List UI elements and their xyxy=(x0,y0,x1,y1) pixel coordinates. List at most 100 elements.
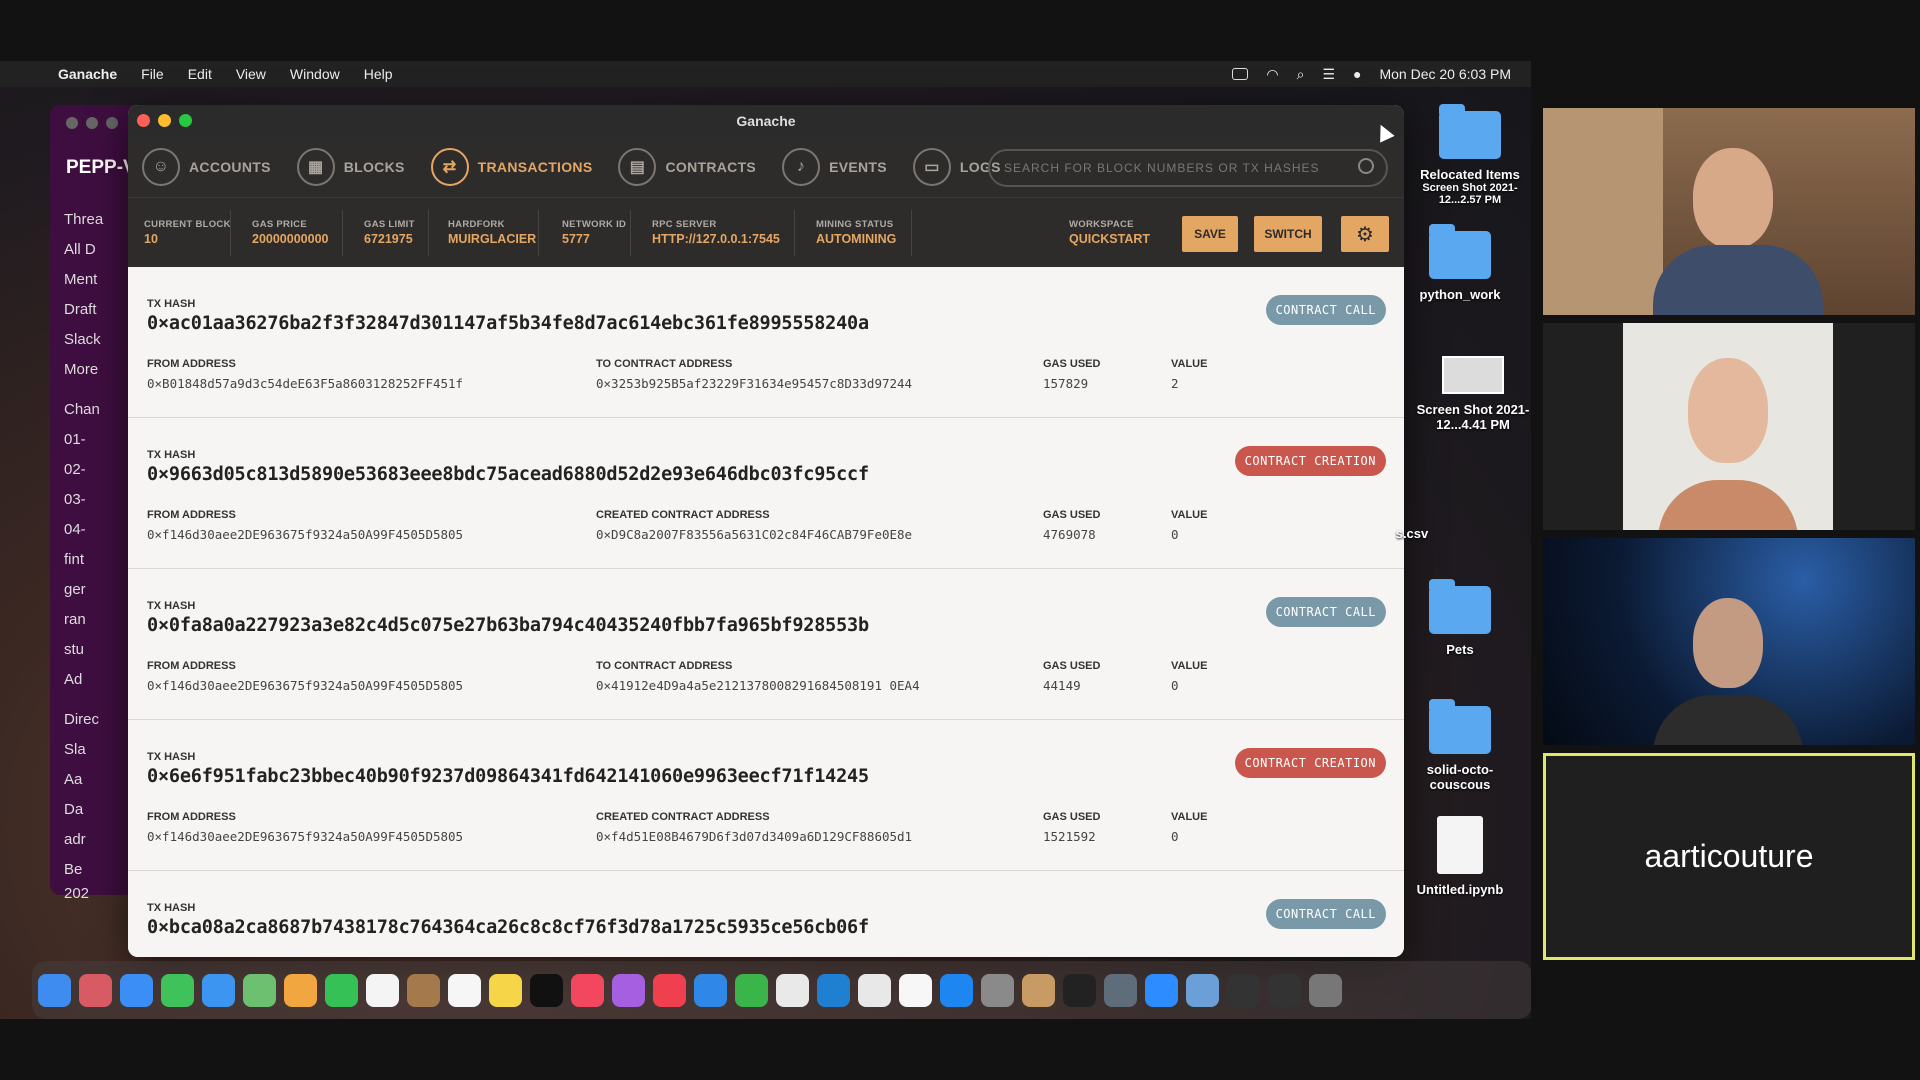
desktop-item[interactable]: Screen Shot 2021-12...4.41 PM xyxy=(1413,356,1531,432)
control-center-icon[interactable]: ☰ xyxy=(1322,66,1335,83)
tab-events[interactable]: ♪ EVENTS xyxy=(782,148,887,186)
textedit-icon[interactable] xyxy=(899,973,932,1007)
transaction-row[interactable]: TX HASH 0×ac01aa36276ba2f3f32847d301147a… xyxy=(128,267,1404,418)
to-address-label: TO CONTRACT ADDRESS xyxy=(596,660,733,672)
slack-item[interactable]: 04- xyxy=(64,521,86,538)
calendar-icon[interactable] xyxy=(366,973,399,1007)
transaction-row[interactable]: TX HASH 0×bca08a2ca8687b7438178c764364ca… xyxy=(128,871,1404,957)
photos-icon[interactable] xyxy=(284,973,317,1007)
trash-icon[interactable] xyxy=(1309,973,1342,1007)
zoom-icon[interactable] xyxy=(1145,973,1178,1007)
window-titlebar[interactable]: Ganache xyxy=(128,105,1404,137)
slack-item[interactable]: Threa xyxy=(64,211,103,228)
menu-help[interactable]: Help xyxy=(364,66,393,82)
slack-item[interactable]: 01- xyxy=(64,431,86,448)
slack-item[interactable]: Aa xyxy=(64,771,82,788)
music-icon[interactable] xyxy=(571,973,604,1007)
minimized-window-icon[interactable] xyxy=(1268,973,1301,1007)
transaction-row[interactable]: TX HASH 0×9663d05c813d5890e53683eee8bdc7… xyxy=(128,418,1404,569)
notes-icon[interactable] xyxy=(489,973,522,1007)
switch-button[interactable]: SWITCH xyxy=(1254,216,1322,252)
menu-window[interactable]: Window xyxy=(290,66,340,82)
tab-transactions[interactable]: ⇄ TRANSACTIONS xyxy=(430,148,593,186)
battery-icon[interactable] xyxy=(1232,68,1249,80)
maps-icon[interactable] xyxy=(243,973,276,1007)
mail-icon[interactable] xyxy=(202,973,235,1007)
slack-item[interactable]: 02- xyxy=(64,461,86,478)
news-icon[interactable] xyxy=(653,973,686,1007)
to-address-label: TO CONTRACT ADDRESS xyxy=(596,358,733,370)
slack-item[interactable]: Ad xyxy=(64,671,82,688)
search-input[interactable]: SEARCH FOR BLOCK NUMBERS OR TX HASHES xyxy=(988,149,1388,187)
participant-video-tile[interactable] xyxy=(1543,323,1915,530)
slack-item[interactable]: Da xyxy=(64,801,83,818)
desktop-item[interactable]: Untitled.ipynb xyxy=(1400,816,1520,897)
tx-hash-label: TX HASH xyxy=(147,902,196,914)
search-icon[interactable] xyxy=(1358,158,1374,174)
ganache-icon[interactable] xyxy=(1022,973,1055,1007)
terminal-icon[interactable] xyxy=(1063,973,1096,1007)
slack-item[interactable]: Slack xyxy=(64,331,101,348)
menubar-clock[interactable]: Mon Dec 20 6:03 PM xyxy=(1379,66,1511,82)
participant-name-tile[interactable]: aarticouture xyxy=(1543,753,1915,960)
keynote-icon[interactable] xyxy=(694,973,727,1007)
slack-item[interactable]: 03- xyxy=(64,491,86,508)
minimized-window-icon[interactable] xyxy=(1227,973,1260,1007)
slack-item[interactable]: Chan xyxy=(64,401,100,418)
tab-contracts[interactable]: ▤ CONTRACTS xyxy=(618,148,756,186)
apple-tv-icon[interactable] xyxy=(530,973,563,1007)
facetime-icon[interactable] xyxy=(325,973,358,1007)
participant-avatar xyxy=(1653,695,1803,745)
participant-video-tile[interactable] xyxy=(1543,538,1915,745)
safari-icon[interactable] xyxy=(120,973,153,1007)
participant-video-tile[interactable] xyxy=(1543,108,1915,315)
desktop-item[interactable]: s.csv xyxy=(1372,526,1452,541)
slack-item[interactable]: Draft xyxy=(64,301,97,318)
tab-accounts[interactable]: ☺ ACCOUNTS xyxy=(142,148,271,186)
chrome-icon[interactable] xyxy=(776,973,809,1007)
desktop-item[interactable]: Pets xyxy=(1400,579,1520,657)
slack-item[interactable]: Sla xyxy=(64,741,86,758)
quicktime-icon[interactable] xyxy=(1104,973,1137,1007)
desktop-item[interactable]: solid-octo-couscous xyxy=(1400,699,1520,792)
launchpad-icon[interactable] xyxy=(79,973,112,1007)
siri-icon[interactable]: ● xyxy=(1353,66,1361,82)
slack-item[interactable]: ran xyxy=(64,611,86,628)
system-preferences-icon[interactable] xyxy=(981,973,1014,1007)
menu-edit[interactable]: Edit xyxy=(188,66,212,82)
numbers-icon[interactable] xyxy=(735,973,768,1007)
wifi-icon[interactable]: ◠ xyxy=(1266,66,1278,83)
app-store-icon[interactable] xyxy=(940,973,973,1007)
save-button[interactable]: SAVE xyxy=(1182,216,1238,252)
slack-item[interactable]: More xyxy=(64,361,98,378)
slack-item[interactable]: All D xyxy=(64,241,96,258)
transaction-row[interactable]: TX HASH 0×0fa8a0a227923a3e82c4d5c075e27b… xyxy=(128,569,1404,720)
gear-icon[interactable]: ⚙ xyxy=(1341,216,1389,252)
tab-blocks[interactable]: ▦ BLOCKS xyxy=(296,148,405,186)
slack-item[interactable]: Ment xyxy=(64,271,97,288)
slack-item[interactable]: ger xyxy=(64,581,86,598)
slack-workspace-name[interactable]: PEPP-V xyxy=(66,157,136,179)
slack-item[interactable]: Be xyxy=(64,861,82,878)
slack-item[interactable]: stu xyxy=(64,641,84,658)
menu-file[interactable]: File xyxy=(141,66,164,82)
slack-icon[interactable] xyxy=(858,973,891,1007)
slack-item[interactable]: 202 xyxy=(64,885,89,902)
vscode-icon[interactable] xyxy=(817,973,850,1007)
downloads-stack-icon[interactable] xyxy=(1186,973,1219,1007)
desktop-item[interactable]: python_work xyxy=(1400,224,1520,302)
menu-view[interactable]: View xyxy=(236,66,266,82)
reminders-icon[interactable] xyxy=(448,973,481,1007)
transaction-row[interactable]: TX HASH 0×6e6f951fabc23bbec40b90f9237d09… xyxy=(128,720,1404,871)
podcasts-icon[interactable] xyxy=(612,973,645,1007)
spotlight-icon[interactable]: ⌕ xyxy=(1297,66,1305,83)
finder-icon[interactable] xyxy=(38,973,71,1007)
gas-used-label: GAS USED xyxy=(1043,811,1101,823)
menu-app-name[interactable]: Ganache xyxy=(58,66,117,82)
slack-item[interactable]: Direc xyxy=(64,711,99,728)
desktop-item[interactable]: Relocated Items Screen Shot 2021-12...2.… xyxy=(1410,104,1530,206)
messages-icon[interactable] xyxy=(161,973,194,1007)
slack-item[interactable]: fint xyxy=(64,551,84,568)
slack-item[interactable]: adr xyxy=(64,831,86,848)
contacts-icon[interactable] xyxy=(407,973,440,1007)
